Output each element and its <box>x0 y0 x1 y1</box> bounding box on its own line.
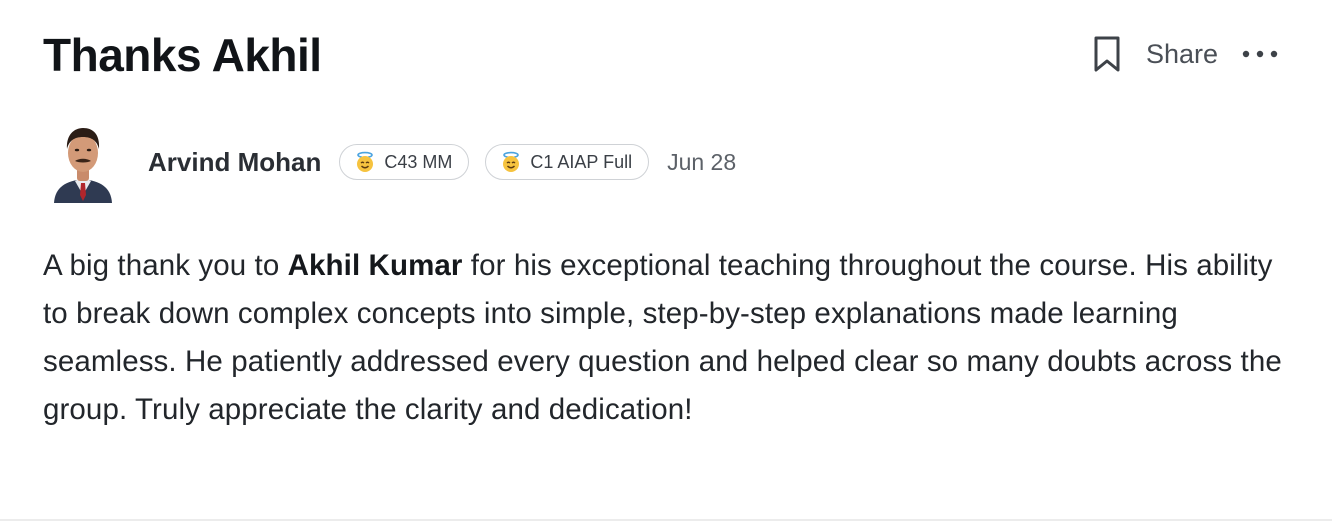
author-row: Arvind Mohan C43 MM C1 AIAP Full Jun 28 <box>52 120 736 204</box>
post-body: A big thank you to Akhil Kumar for his e… <box>43 242 1293 434</box>
author-name[interactable]: Arvind Mohan <box>148 147 321 178</box>
avatar[interactable] <box>52 121 114 203</box>
more-horizontal-icon <box>1242 50 1278 58</box>
smiling-face-with-halo-icon <box>503 151 520 172</box>
badge-label: C1 AIAP Full <box>530 151 633 172</box>
post-card: Thanks Akhil Share Arvind Mohan C43 MM C… <box>0 0 1332 521</box>
body-text-intro: A big thank you to <box>43 249 288 282</box>
badge-label: C43 MM <box>384 151 453 172</box>
bookmark-icon <box>1094 36 1120 72</box>
bookmark-button[interactable] <box>1090 34 1124 74</box>
post-title: Thanks Akhil <box>43 29 322 81</box>
post-date: Jun 28 <box>667 148 737 175</box>
post-actions: Share <box>1090 34 1280 74</box>
member-badge[interactable]: C1 AIAP Full <box>485 144 650 180</box>
share-button[interactable]: Share <box>1146 34 1218 74</box>
member-badge[interactable]: C43 MM <box>339 144 470 180</box>
smiling-face-with-halo-icon <box>357 151 374 172</box>
mentioned-name: Akhil Kumar <box>287 249 463 282</box>
more-options-button[interactable] <box>1240 34 1280 74</box>
